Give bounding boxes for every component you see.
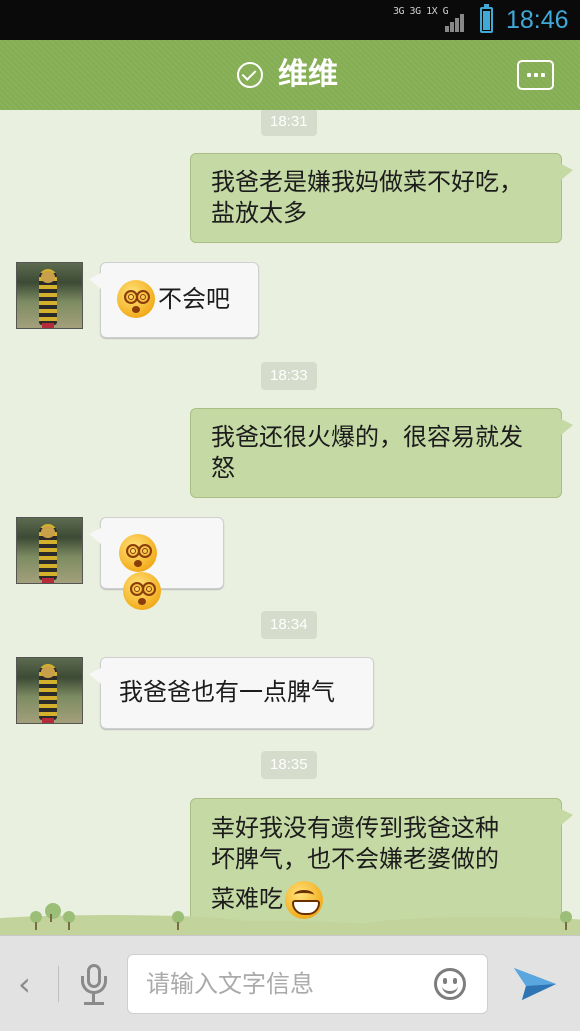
send-icon[interactable] [512, 964, 558, 1004]
divider [58, 966, 59, 1002]
smiley-icon[interactable] [434, 968, 466, 1000]
message-text-line: 幸好我没有遗传到我爸这种 [211, 814, 499, 842]
clock: 18:46 [506, 6, 569, 34]
message-input[interactable] [146, 967, 416, 1001]
message-input-field[interactable] [127, 954, 488, 1014]
timestamp: 18:31 [261, 110, 317, 136]
more-options-icon[interactable] [517, 60, 554, 90]
message-text: 我爸老是嫌我妈做菜不好吃，盐放太多 [211, 168, 523, 227]
message-text-line: 坏脾气，也不会嫌老婆做的 [211, 845, 499, 873]
avatar[interactable] [16, 657, 83, 724]
message-bubble-sent[interactable]: 我爸老是嫌我妈做菜不好吃，盐放太多 [190, 153, 573, 243]
chat-messages[interactable]: 18:31 我爸老是嫌我妈做菜不好吃，盐放太多 不会吧 18:33 我爸还很火爆… [0, 110, 580, 935]
message-text: 我爸还很火爆的，很容易就发怒 [211, 423, 523, 482]
contact-name: 维维 [278, 57, 338, 92]
dizzy-face-emoji [119, 534, 157, 572]
microphone-icon[interactable] [80, 964, 110, 1008]
signal-strength-icon [445, 10, 469, 32]
dizzy-face-emoji [117, 280, 155, 318]
avatar[interactable] [16, 517, 83, 584]
message-text: 不会吧 [158, 284, 230, 313]
timestamp: 18:33 [261, 362, 317, 390]
battery-icon [480, 4, 493, 33]
chat-header: 维维 [0, 40, 580, 116]
back-chevron-icon[interactable]: ‹ [18, 964, 31, 1004]
message-bubble-received[interactable] [89, 517, 224, 610]
check-circle-icon [237, 62, 263, 88]
status-bar: 3G 3G 1X G 18:46 [0, 0, 580, 40]
message-text: 我爸爸也有一点脾气 [119, 678, 335, 706]
message-bubble-received[interactable]: 我爸爸也有一点脾气 [89, 657, 374, 729]
message-bubble-received[interactable]: 不会吧 [89, 262, 259, 338]
timestamp: 18:34 [261, 611, 317, 639]
input-bar: ‹ [0, 935, 580, 1031]
message-bubble-sent[interactable]: 我爸还很火爆的，很容易就发怒 [190, 408, 573, 498]
dizzy-face-emoji [123, 572, 161, 610]
timestamp: 18:35 [261, 751, 317, 779]
avatar[interactable] [16, 262, 83, 329]
decorative-hills [0, 895, 580, 935]
